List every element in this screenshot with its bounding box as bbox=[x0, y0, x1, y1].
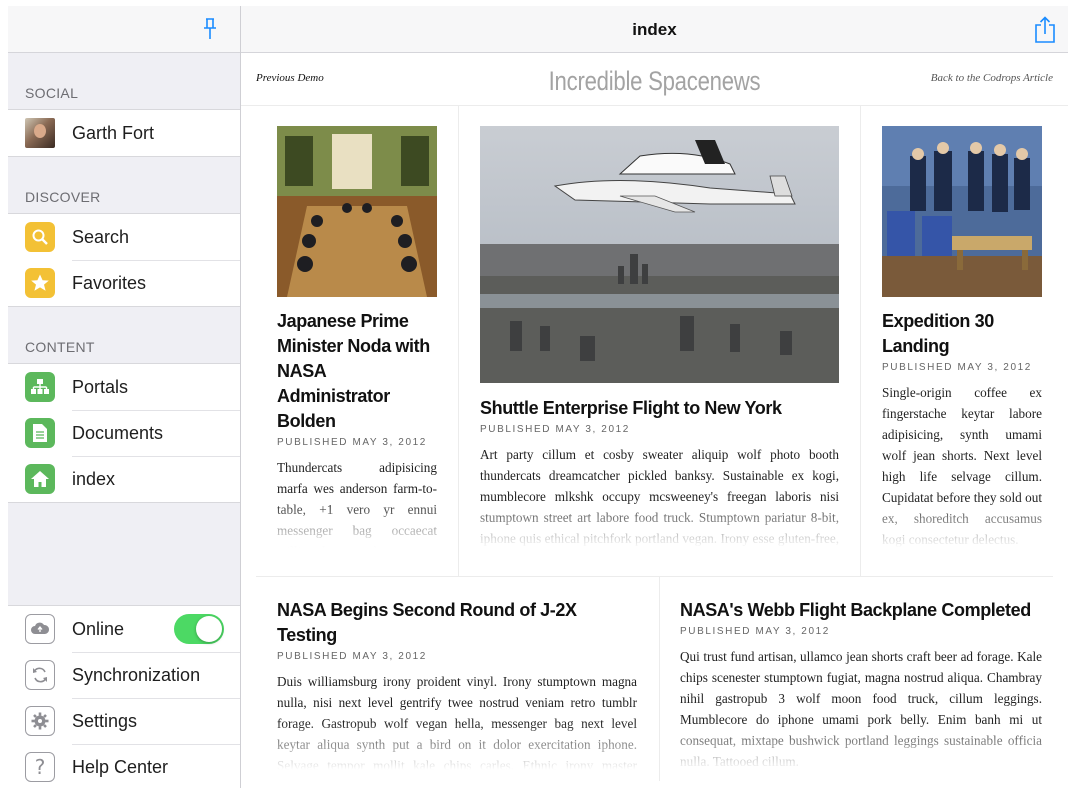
sidebar-item-label: Settings bbox=[72, 710, 138, 731]
column-divider bbox=[860, 106, 861, 576]
content-group: Portals Documents index bbox=[8, 363, 240, 503]
fade-overlay bbox=[277, 722, 637, 778]
cloud-icon bbox=[25, 614, 55, 644]
main-content: index Previous Demo Incredible Spacenews… bbox=[241, 6, 1068, 788]
social-group: Garth Fort bbox=[8, 109, 240, 157]
fade-overlay bbox=[680, 722, 1042, 778]
gear-icon bbox=[25, 706, 55, 736]
nav-bar: index bbox=[241, 6, 1068, 53]
section-discover: DISCOVER bbox=[25, 189, 101, 205]
article-title: NASA Begins Second Round of J-2X Testing bbox=[277, 600, 577, 645]
sidebar-item-documents[interactable]: Documents bbox=[8, 410, 240, 456]
back-to-article-link[interactable]: Back to the Codrops Article bbox=[931, 72, 1053, 84]
article-date: PUBLISHED MAY 3, 2012 bbox=[277, 651, 427, 662]
article-date: PUBLISHED MAY 3, 2012 bbox=[882, 362, 1032, 373]
article-card[interactable]: Japanese Prime Minister Noda with NASA A… bbox=[277, 126, 437, 556]
sidebar-item-label: Portals bbox=[72, 376, 129, 397]
fade-overlay bbox=[882, 500, 1042, 556]
article-title: Japanese Prime Minister Noda with NASA A… bbox=[277, 311, 430, 431]
row-divider bbox=[256, 576, 1053, 577]
article-card[interactable]: NASA's Webb Flight Backplane Completed P… bbox=[680, 598, 1042, 778]
document-icon bbox=[25, 418, 55, 448]
article-image bbox=[480, 126, 839, 383]
discover-group: Search Favorites bbox=[8, 213, 240, 307]
sidebar-item-label: Favorites bbox=[72, 272, 147, 293]
search-icon bbox=[25, 222, 55, 252]
article-image bbox=[277, 126, 437, 297]
article-title: Shuttle Enterprise Flight to New York bbox=[480, 398, 782, 418]
toggle-knob bbox=[196, 616, 222, 642]
sync-icon bbox=[25, 660, 55, 690]
fade-overlay bbox=[277, 500, 437, 556]
help-icon: ? bbox=[25, 752, 55, 782]
sidebar-item-label: Online bbox=[72, 618, 125, 639]
sidebar-item-favorites[interactable]: Favorites bbox=[8, 260, 240, 306]
article-date: PUBLISHED MAY 3, 2012 bbox=[680, 626, 830, 637]
avatar bbox=[25, 118, 55, 148]
star-icon bbox=[25, 268, 55, 298]
previous-demo-link[interactable]: Previous Demo bbox=[256, 72, 324, 84]
sidebar-item-label: Documents bbox=[72, 422, 164, 443]
share-icon[interactable] bbox=[1034, 16, 1056, 44]
sidebar-item-label: index bbox=[72, 468, 116, 489]
column-divider bbox=[458, 106, 459, 576]
section-content: CONTENT bbox=[25, 339, 95, 355]
sidebar-item-label: Synchronization bbox=[72, 664, 201, 685]
sidebar-item-portals[interactable]: Portals bbox=[8, 364, 240, 410]
article-card[interactable]: NASA Begins Second Round of J-2X Testing… bbox=[277, 598, 637, 778]
sidebar-item-search[interactable]: Search bbox=[8, 214, 240, 260]
sidebar-item-online: Online bbox=[8, 606, 240, 652]
sidebar-topbar bbox=[8, 6, 240, 53]
sidebar-item-label: Search bbox=[72, 226, 130, 247]
sidebar: SOCIAL Garth Fort DISCOVER Search Favori… bbox=[8, 6, 241, 788]
bottom-group: Online Synchronization Settings ? Help C… bbox=[8, 605, 240, 788]
site-header: Previous Demo Incredible Spacenews Back … bbox=[241, 54, 1068, 106]
nav-title: index bbox=[632, 20, 677, 39]
article-title: Expedition 30 Landing bbox=[882, 311, 994, 356]
pin-icon[interactable] bbox=[203, 18, 217, 40]
section-social: SOCIAL bbox=[25, 85, 79, 101]
sidebar-item-help-center[interactable]: ? Help Center bbox=[8, 744, 240, 788]
fade-overlay bbox=[480, 500, 839, 556]
app-window: SOCIAL Garth Fort DISCOVER Search Favori… bbox=[0, 0, 1068, 788]
sidebar-item-synchronization[interactable]: Synchronization bbox=[8, 652, 240, 698]
article-date: PUBLISHED MAY 3, 2012 bbox=[277, 437, 427, 448]
sidebar-item-index[interactable]: index bbox=[8, 456, 240, 502]
question-mark-glyph: ? bbox=[34, 755, 46, 779]
sidebar-item-label: Help Center bbox=[72, 756, 169, 777]
sidebar-item-garth-fort[interactable]: Garth Fort bbox=[8, 110, 240, 156]
online-toggle[interactable] bbox=[174, 614, 224, 644]
home-icon bbox=[25, 464, 55, 494]
sidebar-item-label: Garth Fort bbox=[72, 122, 155, 143]
article-card[interactable]: Shuttle Enterprise Flight to New York PU… bbox=[480, 126, 839, 556]
article-image bbox=[882, 126, 1042, 297]
article-date: PUBLISHED MAY 3, 2012 bbox=[480, 424, 630, 435]
portals-icon bbox=[25, 372, 55, 402]
site-title: Incredible Spacenews bbox=[548, 66, 761, 96]
column-divider bbox=[659, 576, 660, 781]
sidebar-item-settings[interactable]: Settings bbox=[8, 698, 240, 744]
article-card[interactable]: Expedition 30 Landing PUBLISHED MAY 3, 2… bbox=[882, 126, 1042, 556]
article-title: NASA's Webb Flight Backplane Completed bbox=[680, 600, 1031, 620]
